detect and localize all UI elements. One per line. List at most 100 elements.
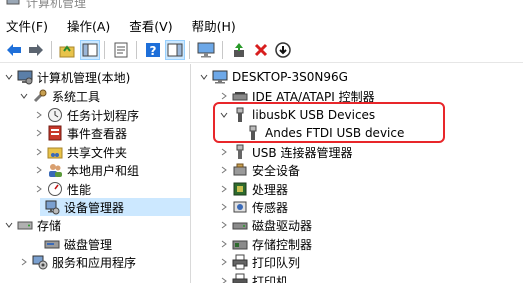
tree-item-computer-management[interactable]: 计算机管理(本地) — [4, 68, 130, 86]
usb-device-icon — [245, 125, 261, 141]
tree-item-services-applications[interactable]: 服务和应用程序 — [19, 253, 136, 271]
action-pane-button[interactable] — [165, 40, 185, 60]
monitor-icon — [197, 42, 215, 58]
device-category-label: 打印机 — [252, 274, 289, 283]
toolbar-separator — [136, 41, 137, 59]
scan-hardware-icon — [275, 42, 291, 58]
up-folder-icon — [59, 45, 75, 58]
device-category-processors[interactable]: 处理器 — [219, 180, 288, 198]
device-root-computer[interactable]: DESKTOP-3S0N96G — [199, 68, 348, 86]
menu-view[interactable]: 查看(V) — [129, 16, 172, 35]
computer-icon — [212, 69, 228, 85]
properties-button[interactable] — [111, 40, 131, 60]
tree-item-label: 任务计划程序 — [67, 108, 140, 123]
device-category-usb-connector-manager[interactable]: USB 连接器管理器 — [219, 143, 352, 161]
device-category-security-devices[interactable]: 安全设备 — [219, 161, 300, 179]
chevron-right-icon[interactable] — [34, 184, 44, 194]
chevron-down-icon[interactable] — [199, 72, 209, 82]
menu-bar: 文件(F) 操作(A) 查看(V) 帮助(H) — [0, 14, 523, 36]
chevron-right-icon[interactable] — [219, 165, 229, 175]
uninstall-device-icon — [254, 43, 268, 57]
back-arrow-icon — [7, 44, 21, 56]
device-category-disk-drives[interactable]: 磁盘驱动器 — [219, 216, 312, 234]
menu-help[interactable]: 帮助(H) — [192, 16, 236, 35]
device-category-label: IDE ATA/ATAPI 控制器 — [252, 89, 375, 104]
device-category-libusbk[interactable]: libusbK USB Devices — [219, 106, 375, 124]
svg-text:?: ? — [150, 44, 157, 58]
back-button[interactable] — [4, 40, 24, 60]
chevron-right-icon[interactable] — [19, 257, 29, 267]
tree-item-disk-management[interactable]: 磁盘管理 — [40, 235, 112, 253]
tree-item-label: 性能 — [67, 182, 92, 197]
chevron-right-icon[interactable] — [219, 184, 229, 194]
chevron-right-icon[interactable] — [219, 220, 229, 230]
chevron-right-icon[interactable] — [219, 91, 229, 101]
shared-folder-icon — [47, 144, 63, 160]
device-item-andes-ftdi[interactable]: Andes FTDI USB device — [245, 124, 404, 142]
tree-item-label: 存储 — [37, 218, 62, 233]
chevron-right-icon[interactable] — [34, 128, 44, 138]
computer-management-icon — [6, 0, 20, 5]
chevron-down-icon[interactable] — [219, 110, 229, 120]
toolbar: ? — [0, 37, 523, 63]
forward-button[interactable] — [26, 40, 46, 60]
performance-icon — [47, 181, 63, 197]
chevron-right-icon[interactable] — [34, 165, 44, 175]
scan-hardware-button[interactable] — [273, 40, 293, 60]
device-manager-icon — [44, 199, 60, 215]
device-category-printers[interactable]: 打印机 — [219, 272, 288, 283]
uninstall-device-button[interactable] — [251, 40, 271, 60]
device-category-ide-ata-atapi[interactable]: IDE ATA/ATAPI 控制器 — [219, 87, 375, 105]
help-button[interactable]: ? — [143, 40, 163, 60]
update-driver-button[interactable] — [229, 40, 249, 60]
up-folder-button[interactable] — [57, 40, 77, 60]
chevron-right-icon[interactable] — [219, 276, 229, 283]
tree-item-performance[interactable]: 性能 — [34, 180, 91, 198]
disk-drive-icon — [232, 217, 248, 233]
tree-item-device-manager[interactable]: 设备管理器 — [40, 198, 190, 216]
chevron-right-icon[interactable] — [219, 257, 229, 267]
tree-item-label: 计算机管理(本地) — [37, 70, 131, 85]
chevron-down-icon[interactable] — [4, 72, 14, 82]
chevron-down-icon[interactable] — [4, 220, 14, 230]
chevron-right-icon[interactable] — [219, 239, 229, 249]
device-category-sensors[interactable]: 传感器 — [219, 198, 288, 216]
services-icon — [32, 254, 48, 270]
tree-item-local-users-groups[interactable]: 本地用户和组 — [34, 161, 139, 179]
computer-management-icon — [17, 69, 33, 85]
chevron-right-icon[interactable] — [34, 110, 44, 120]
device-category-storage-controllers[interactable]: 存储控制器 — [219, 235, 312, 253]
tree-item-storage[interactable]: 存储 — [4, 216, 61, 234]
device-category-label: 打印队列 — [252, 255, 301, 270]
print-queue-icon — [232, 254, 248, 270]
chevron-right-icon[interactable] — [219, 202, 229, 212]
tree-item-label: 本地用户和组 — [67, 163, 140, 178]
tree-item-task-scheduler[interactable]: 任务计划程序 — [34, 106, 139, 124]
chevron-right-icon[interactable] — [34, 147, 44, 157]
event-viewer-icon — [47, 125, 63, 141]
device-category-label: 磁盘驱动器 — [252, 218, 313, 233]
device-category-label: libusbK USB Devices — [252, 108, 376, 122]
clock-icon — [47, 107, 63, 123]
toolbar-separator — [222, 41, 223, 59]
tree-item-label: 服务和应用程序 — [52, 255, 137, 270]
chevron-right-icon[interactable] — [219, 147, 229, 157]
title-bar: 计算机管理 — [0, 0, 523, 13]
tools-icon — [32, 88, 48, 104]
users-icon — [47, 162, 63, 178]
menu-action[interactable]: 操作(A) — [67, 16, 110, 35]
monitor-button[interactable] — [196, 40, 216, 60]
device-item-label: Andes FTDI USB device — [265, 126, 405, 140]
navigation-tree: 计算机管理(本地) 系统工具 任务计划程序 事件查看器 共享文件夹 本地用户和组… — [0, 64, 191, 283]
device-root-label: DESKTOP-3S0N96G — [232, 70, 348, 84]
chevron-down-icon[interactable] — [19, 91, 29, 101]
device-category-print-queues[interactable]: 打印队列 — [219, 253, 300, 271]
tree-item-shared-folders[interactable]: 共享文件夹 — [34, 143, 127, 161]
update-driver-icon — [234, 43, 244, 57]
tree-item-system-tools[interactable]: 系统工具 — [19, 87, 100, 105]
show-hide-tree-button[interactable] — [80, 40, 100, 60]
tree-item-event-viewer[interactable]: 事件查看器 — [34, 124, 127, 142]
menu-file[interactable]: 文件(F) — [6, 16, 48, 35]
device-category-label: 传感器 — [252, 200, 289, 215]
usb-icon — [232, 107, 248, 123]
